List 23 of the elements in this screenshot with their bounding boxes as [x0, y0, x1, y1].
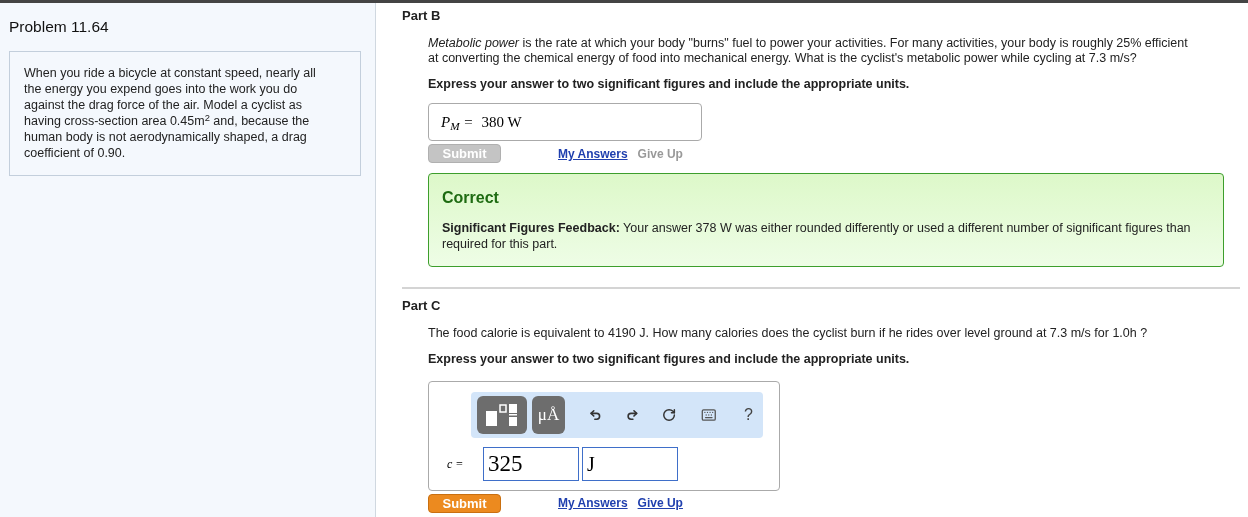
- answer-link[interactable]: My Answers: [558, 144, 628, 163]
- answer-value: 380 W: [481, 113, 522, 132]
- problem-title: Problem 11.64: [9, 17, 110, 37]
- answer-field[interactable]: P$_{M}$ = 380 W: [428, 103, 702, 142]
- templates-button[interactable]: [477, 395, 527, 434]
- part-title: Part C: [402, 297, 442, 316]
- question-text: Metabolic power is the rate at which your body "burns" fuel to power your activities. For many activities, your body is roughly 25% efficient at converting the chemical energy of food into mechanical energy. What is the cyclist's metabolic power while cycling at 7.3 m/s?: [428, 35, 1188, 66]
- instruction-text: Express your answer to two significant figures and include the appropriate units.: [428, 350, 911, 368]
- answer-label: c =: [446, 455, 465, 473]
- value-field[interactable]: 325: [483, 446, 579, 481]
- answer-link[interactable]: Give Up: [637, 494, 683, 512]
- help-button[interactable]: ?: [740, 402, 757, 427]
- answer-label: P$_{M}$ =: [441, 113, 474, 134]
- question-text: The food calorie is equivalent to 4190 J. How many calories does the cyclist burn if he rides over level ground at 7.3 m/s for 1.0h ?: [428, 325, 1149, 341]
- instruction-text: Express your answer to two significant figures and include the appropriate units.: [428, 75, 911, 93]
- feedback-text: Significant Figures Feedback: Your answer 378 W was either rounded differently or used a different number of significant figures than required for this part.: [442, 220, 1192, 253]
- templates-icon: [484, 401, 520, 428]
- symbols-button[interactable]: μÅ: [532, 395, 565, 434]
- part-title: Part B: [402, 7, 442, 25]
- unit-field[interactable]: J: [582, 446, 678, 481]
- answer-link[interactable]: My Answers: [558, 494, 628, 512]
- problem-text: When you ride a bicycle at constant speed, nearly all the energy you expend goes into the work you do against the drag force of the air. Model a cyclist as having cross-section area 0.45m$^{2}$ and, because the human body is not aerodynamically shaped, a drag coefficient of 0.90.: [24, 65, 317, 162]
- feedback-title: Correct: [442, 188, 500, 209]
